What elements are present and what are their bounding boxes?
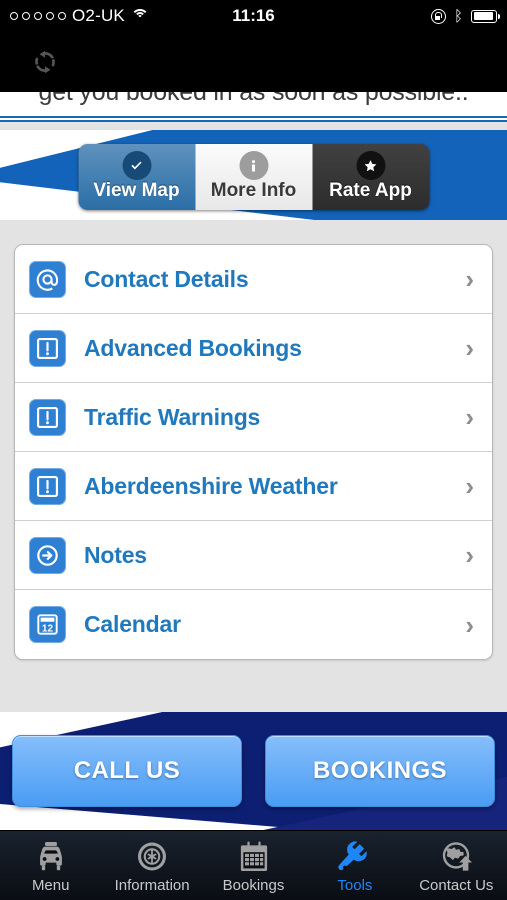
alert-box-icon [29, 329, 66, 367]
signal-dot [46, 12, 54, 20]
chevron-right-icon: › [465, 609, 474, 640]
arrow-circle-icon [29, 536, 66, 574]
list-item-label: Advanced Bookings [84, 334, 302, 361]
footer-action-area: CALL US BOOKINGS [0, 712, 507, 830]
list-item-calendar[interactable]: 12 Calendar › [15, 590, 492, 659]
rotation-lock-icon [430, 8, 446, 24]
tab-label: Information [114, 876, 190, 894]
tab-label: Contact Us [419, 876, 494, 894]
list-item-label: Notes [84, 541, 147, 568]
list-item-advanced-bookings[interactable]: Advanced Bookings › [15, 314, 492, 383]
chevron-right-icon: › [465, 540, 474, 570]
calendar-day-number: 12 [42, 623, 54, 634]
tab-bar: Menu Information Bookings Tools Contact … [0, 830, 507, 900]
wrench-icon [338, 840, 367, 870]
wheel-icon [138, 842, 167, 870]
banner-area: View Map More Info Rate App [0, 122, 507, 232]
star-circle-icon [356, 151, 385, 180]
segment-label: Rate App [329, 180, 412, 201]
tools-list: Contact Details › Advanced Bookings › Tr… [14, 244, 493, 660]
segment-label: View Map [93, 180, 180, 201]
status-bar-left: O2-UK [10, 6, 149, 26]
clipped-message-strip: get you booked in as soon as possible.. [0, 92, 507, 116]
clipped-message-text: get you booked in as soon as possible.. [38, 92, 469, 106]
segment-view-map[interactable]: View Map [78, 144, 195, 210]
tab-bookings[interactable]: Bookings [203, 838, 304, 894]
carrier-label: O2-UK [72, 6, 125, 25]
bookings-button[interactable]: BOOKINGS [265, 735, 495, 807]
footer-button-row: CALL US BOOKINGS [0, 712, 507, 830]
signal-strength-dots [10, 12, 66, 20]
signal-dot [22, 12, 30, 20]
taxi-icon [39, 841, 62, 870]
at-sign-icon [29, 260, 66, 298]
bluetooth-icon: ᛒ [453, 7, 463, 25]
chevron-right-icon: › [465, 264, 474, 294]
list-item-traffic-warnings[interactable]: Traffic Warnings › [15, 383, 492, 452]
globe-arrow-icon [443, 841, 473, 871]
tab-tools[interactable]: Tools [304, 838, 405, 894]
list-item-label: Contact Details [84, 265, 249, 292]
refresh-icon[interactable] [30, 47, 60, 77]
segment-more-info[interactable]: More Info [195, 144, 312, 210]
chevron-right-icon: › [465, 471, 474, 501]
alert-box-icon [29, 467, 66, 505]
tab-information[interactable]: Information [101, 838, 202, 894]
battery-icon [471, 9, 500, 23]
calendar-icon: 12 [29, 606, 66, 643]
list-item-label: Calendar [84, 611, 181, 637]
info-circle-icon [239, 151, 268, 180]
list-item-notes[interactable]: Notes › [15, 521, 492, 590]
tab-contact-us[interactable]: Contact Us [406, 838, 507, 894]
tab-label: Menu [31, 876, 70, 894]
app-toolbar [0, 32, 507, 92]
chevron-right-icon: › [465, 402, 474, 432]
list-item-aberdeenshire-weather[interactable]: Aberdeenshire Weather › [15, 452, 492, 521]
chevron-right-icon: › [465, 333, 474, 363]
list-item-label: Aberdeenshire Weather [84, 472, 338, 499]
check-circle-icon [122, 151, 151, 180]
signal-dot [10, 12, 18, 20]
segmented-control: View Map More Info Rate App [78, 144, 429, 210]
status-bar-right: ᛒ [430, 7, 500, 25]
signal-dot [58, 12, 66, 20]
list-item-label: Traffic Warnings [84, 403, 261, 430]
tab-label: Tools [337, 876, 373, 894]
list-item-contact-details[interactable]: Contact Details › [15, 245, 492, 314]
wifi-icon [130, 9, 149, 23]
tab-menu[interactable]: Menu [0, 838, 101, 894]
tab-label: Bookings [222, 876, 285, 894]
call-us-button[interactable]: CALL US [12, 735, 242, 807]
status-bar: O2-UK 11:16 ᛒ [0, 0, 507, 32]
segment-rate-app[interactable]: Rate App [312, 144, 429, 210]
alert-box-icon [29, 398, 66, 436]
calendar-icon [240, 841, 267, 871]
signal-dot [34, 12, 42, 20]
segment-label: More Info [210, 180, 297, 201]
